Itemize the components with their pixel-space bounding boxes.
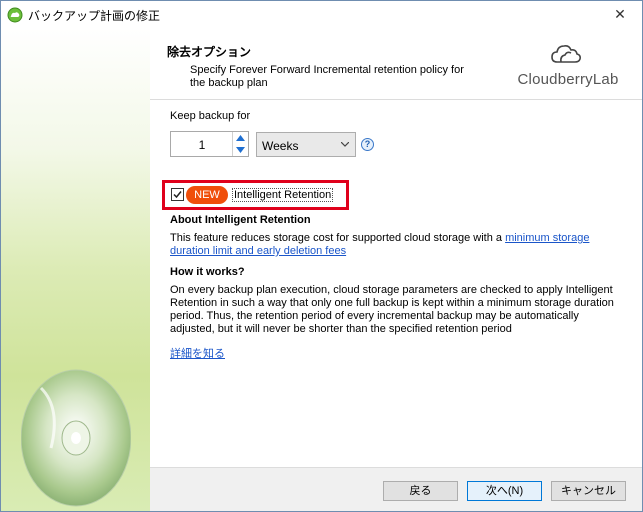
caret-up-icon (236, 135, 245, 141)
about-text-body: This feature reduces storage cost for su… (170, 232, 506, 244)
retention-options-panel: Keep backup for 1 Weeks ? NEW Intelligen… (150, 101, 642, 466)
new-badge: NEW (186, 186, 228, 204)
keep-backup-stepper[interactable]: 1 (170, 131, 249, 157)
retention-unit-value: Weeks (262, 139, 299, 153)
cloudberry-logo: CloudberryLab (508, 38, 628, 93)
next-button[interactable]: 次へ(N) (467, 481, 542, 501)
window-title: バックアップ計画の修正 (28, 9, 161, 23)
page-description: Specify Forever Forward Incremental rete… (190, 64, 464, 89)
cancel-button[interactable]: キャンセル (551, 481, 626, 501)
intelligent-retention-label[interactable]: Intelligent Retention (232, 188, 334, 202)
intelligent-retention-checkbox[interactable] (171, 188, 184, 201)
logo-text: CloudberryLab (517, 71, 619, 88)
wizard-header: 除去オプション Specify Forever Forward Incremen… (150, 28, 642, 100)
close-button[interactable]: ✕ (598, 1, 642, 28)
help-icon[interactable]: ? (361, 138, 374, 151)
wizard-footer: 戻る 次へ(N) キャンセル (150, 467, 642, 511)
keep-backup-label: Keep backup for (170, 110, 251, 122)
app-icon (7, 7, 23, 23)
title-bar: バックアップ計画の修正 ✕ (1, 1, 642, 28)
chevron-down-icon (341, 142, 349, 147)
about-text: This feature reduces storage cost for su… (170, 232, 610, 258)
stepper-up-button[interactable] (233, 132, 248, 144)
how-it-works-heading: How it works? (170, 266, 245, 278)
page-title: 除去オプション (167, 45, 252, 59)
side-graphic-panel (1, 28, 150, 511)
learn-more-link[interactable]: 詳細を知る (170, 345, 225, 361)
retention-unit-select[interactable]: Weeks (256, 132, 356, 157)
cloud-logo-icon (551, 45, 581, 63)
keep-backup-value[interactable]: 1 (171, 138, 233, 152)
dialog-window: バックアップ計画の修正 ✕ 除去オプション Specify Forever Fo… (0, 0, 643, 512)
caret-down-icon (236, 147, 245, 153)
about-heading: About Intelligent Retention (170, 214, 311, 226)
back-button[interactable]: 戻る (383, 481, 458, 501)
disc-icon (21, 369, 131, 507)
stepper-buttons (232, 132, 248, 156)
how-it-works-text: On every backup plan execution, cloud st… (170, 284, 614, 335)
checkmark-icon (173, 191, 182, 199)
stepper-down-button[interactable] (233, 144, 248, 156)
close-icon: ✕ (614, 6, 626, 22)
